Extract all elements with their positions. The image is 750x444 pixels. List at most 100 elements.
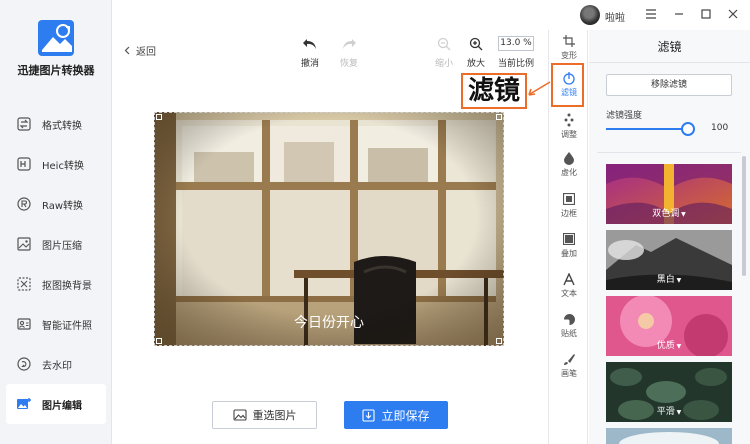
menu-icon: [645, 8, 657, 22]
slider-handle[interactable]: [681, 122, 695, 136]
overlay-icon: [549, 232, 589, 246]
zoom-value-field[interactable]: 13.0 %: [498, 36, 534, 51]
filter-panel-scrollbar[interactable]: [742, 156, 746, 276]
strip-item-text[interactable]: 文本: [549, 272, 589, 299]
filter-card-smooth[interactable]: 平滑: [606, 362, 732, 422]
remove-filter-button[interactable]: 移除滤镜: [606, 74, 732, 96]
zoom-out-label: 缩小: [434, 59, 453, 69]
strip-item-overlay[interactable]: 叠加: [549, 232, 589, 259]
minimize-icon: [674, 9, 684, 22]
strip-item-label: 虚化: [561, 168, 577, 177]
maximize-button[interactable]: [697, 6, 715, 24]
brush-icon: [549, 352, 589, 366]
undo-button[interactable]: 撤消: [292, 36, 328, 69]
avatar[interactable]: [580, 5, 600, 25]
sidebar-nav: 格式转换 Heic转换 Raw转换 图片压缩 抠图换背景 智能证件照 去水印 图…: [0, 104, 112, 424]
heic-convert-icon: [16, 156, 32, 172]
sidebar-item-image-edit[interactable]: 图片编辑: [6, 384, 106, 424]
strip-item-brush[interactable]: 画笔: [549, 352, 589, 379]
strip-item-label: 文本: [561, 289, 577, 298]
zoom-out-icon: [426, 36, 462, 52]
undo-icon: [292, 36, 328, 52]
filter-card-label: 双色调: [606, 206, 732, 219]
image-boundary: [154, 112, 504, 346]
image-canvas[interactable]: 今日份开心: [154, 112, 504, 346]
sidebar-item-label: Heic转换: [42, 160, 84, 172]
zoom-label: 当前比例: [497, 59, 534, 69]
back-label: 返回: [136, 47, 156, 58]
filter-card-premium[interactable]: 优质: [606, 296, 732, 356]
strip-item-frame[interactable]: 边框: [549, 192, 589, 219]
undo-label: 撤消: [300, 59, 319, 69]
text-icon: [549, 272, 589, 286]
divider: [597, 152, 741, 153]
chevron-left-icon: [124, 46, 130, 55]
strip-item-label: 调整: [561, 130, 577, 139]
sidebar-item-id-photo[interactable]: 智能证件照: [0, 304, 112, 344]
blur-icon: [549, 151, 589, 165]
reselect-label: 重选图片: [252, 409, 297, 422]
sticker-icon: [549, 312, 589, 326]
redo-button[interactable]: 恢复: [331, 36, 367, 69]
strip-item-label: 叠加: [561, 249, 577, 258]
divider: [589, 62, 750, 63]
sidebar-item-label: 图片压缩: [42, 240, 82, 252]
save-label: 立即保存: [381, 408, 430, 423]
crop-icon: [549, 34, 589, 48]
filter-card-black-white[interactable]: 黑白: [606, 230, 732, 290]
zoom-in-label: 放大: [466, 59, 485, 69]
sidebar-item-cutout[interactable]: 抠图换背景: [0, 264, 112, 304]
image-text-overlay[interactable]: 今日份开心: [154, 312, 504, 332]
resize-handle[interactable]: [156, 114, 162, 120]
sidebar: 迅捷图片转换器 格式转换 Heic转换 Raw转换 图片压缩 抠图换背景 智能证…: [0, 0, 112, 444]
username[interactable]: 啦啦: [605, 9, 625, 24]
strip-item-label: 变形: [561, 51, 577, 60]
sidebar-item-label: 智能证件照: [42, 320, 92, 332]
save-button[interactable]: 立即保存: [344, 401, 448, 429]
resize-handle[interactable]: [496, 114, 502, 120]
adjust-icon: [549, 113, 589, 127]
arrow-icon: [526, 80, 552, 101]
strip-item-label: 画笔: [561, 369, 577, 378]
filter-callout-label: 滤镜: [461, 73, 527, 109]
filter-card-label: 黑白: [606, 272, 732, 285]
filter-card-duotone[interactable]: 双色调: [606, 164, 732, 224]
strip-item-transform[interactable]: 变形: [549, 34, 589, 61]
frame-icon: [549, 192, 589, 206]
zoom-out-button[interactable]: 缩小: [426, 36, 462, 69]
zoom-in-button[interactable]: 放大: [458, 36, 494, 69]
image-compress-icon: [16, 236, 32, 252]
resize-handle[interactable]: [156, 338, 162, 344]
sidebar-item-remove-watermark[interactable]: 去水印: [0, 344, 112, 384]
menu-button[interactable]: [642, 6, 660, 24]
strip-item-label: 边框: [561, 209, 577, 218]
save-icon: [362, 408, 381, 422]
redo-icon: [331, 36, 367, 52]
sidebar-item-image-compress[interactable]: 图片压缩: [0, 224, 112, 264]
redo-label: 恢复: [339, 59, 358, 69]
reselect-image-button[interactable]: 重选图片: [212, 401, 317, 429]
sidebar-item-raw-convert[interactable]: Raw转换: [0, 184, 112, 224]
filter-card-label: 优质: [606, 338, 732, 351]
sidebar-item-heic-convert[interactable]: Heic转换: [0, 144, 112, 184]
remove-watermark-icon: [16, 356, 32, 372]
filter-strength-label: 滤镜强度: [606, 111, 643, 121]
strip-item-label: 贴纸: [561, 329, 577, 338]
sidebar-item-label: Raw转换: [42, 200, 84, 212]
sidebar-item-label: 格式转换: [42, 120, 82, 132]
sidebar-item-label: 抠图换背景: [42, 280, 92, 292]
resize-handle[interactable]: [496, 338, 502, 344]
minimize-button[interactable]: [670, 6, 688, 24]
strip-item-blur[interactable]: 虚化: [549, 151, 589, 178]
strip-item-sticker[interactable]: 贴纸: [549, 312, 589, 339]
filter-strength-value: 100: [711, 123, 729, 133]
filter-thumbnail: [606, 428, 732, 444]
cutout-icon: [16, 276, 32, 292]
strip-item-adjust[interactable]: 调整: [549, 113, 589, 140]
sidebar-item-format-convert[interactable]: 格式转换: [0, 104, 112, 144]
close-button[interactable]: [724, 6, 742, 24]
filter-card-partial[interactable]: [606, 428, 732, 444]
back-button[interactable]: 返回: [124, 43, 156, 58]
filter-strength-slider[interactable]: [606, 128, 688, 130]
filter-panel: 滤镜 移除滤镜 滤镜强度 100 双色调 黑白 优质: [589, 30, 750, 444]
